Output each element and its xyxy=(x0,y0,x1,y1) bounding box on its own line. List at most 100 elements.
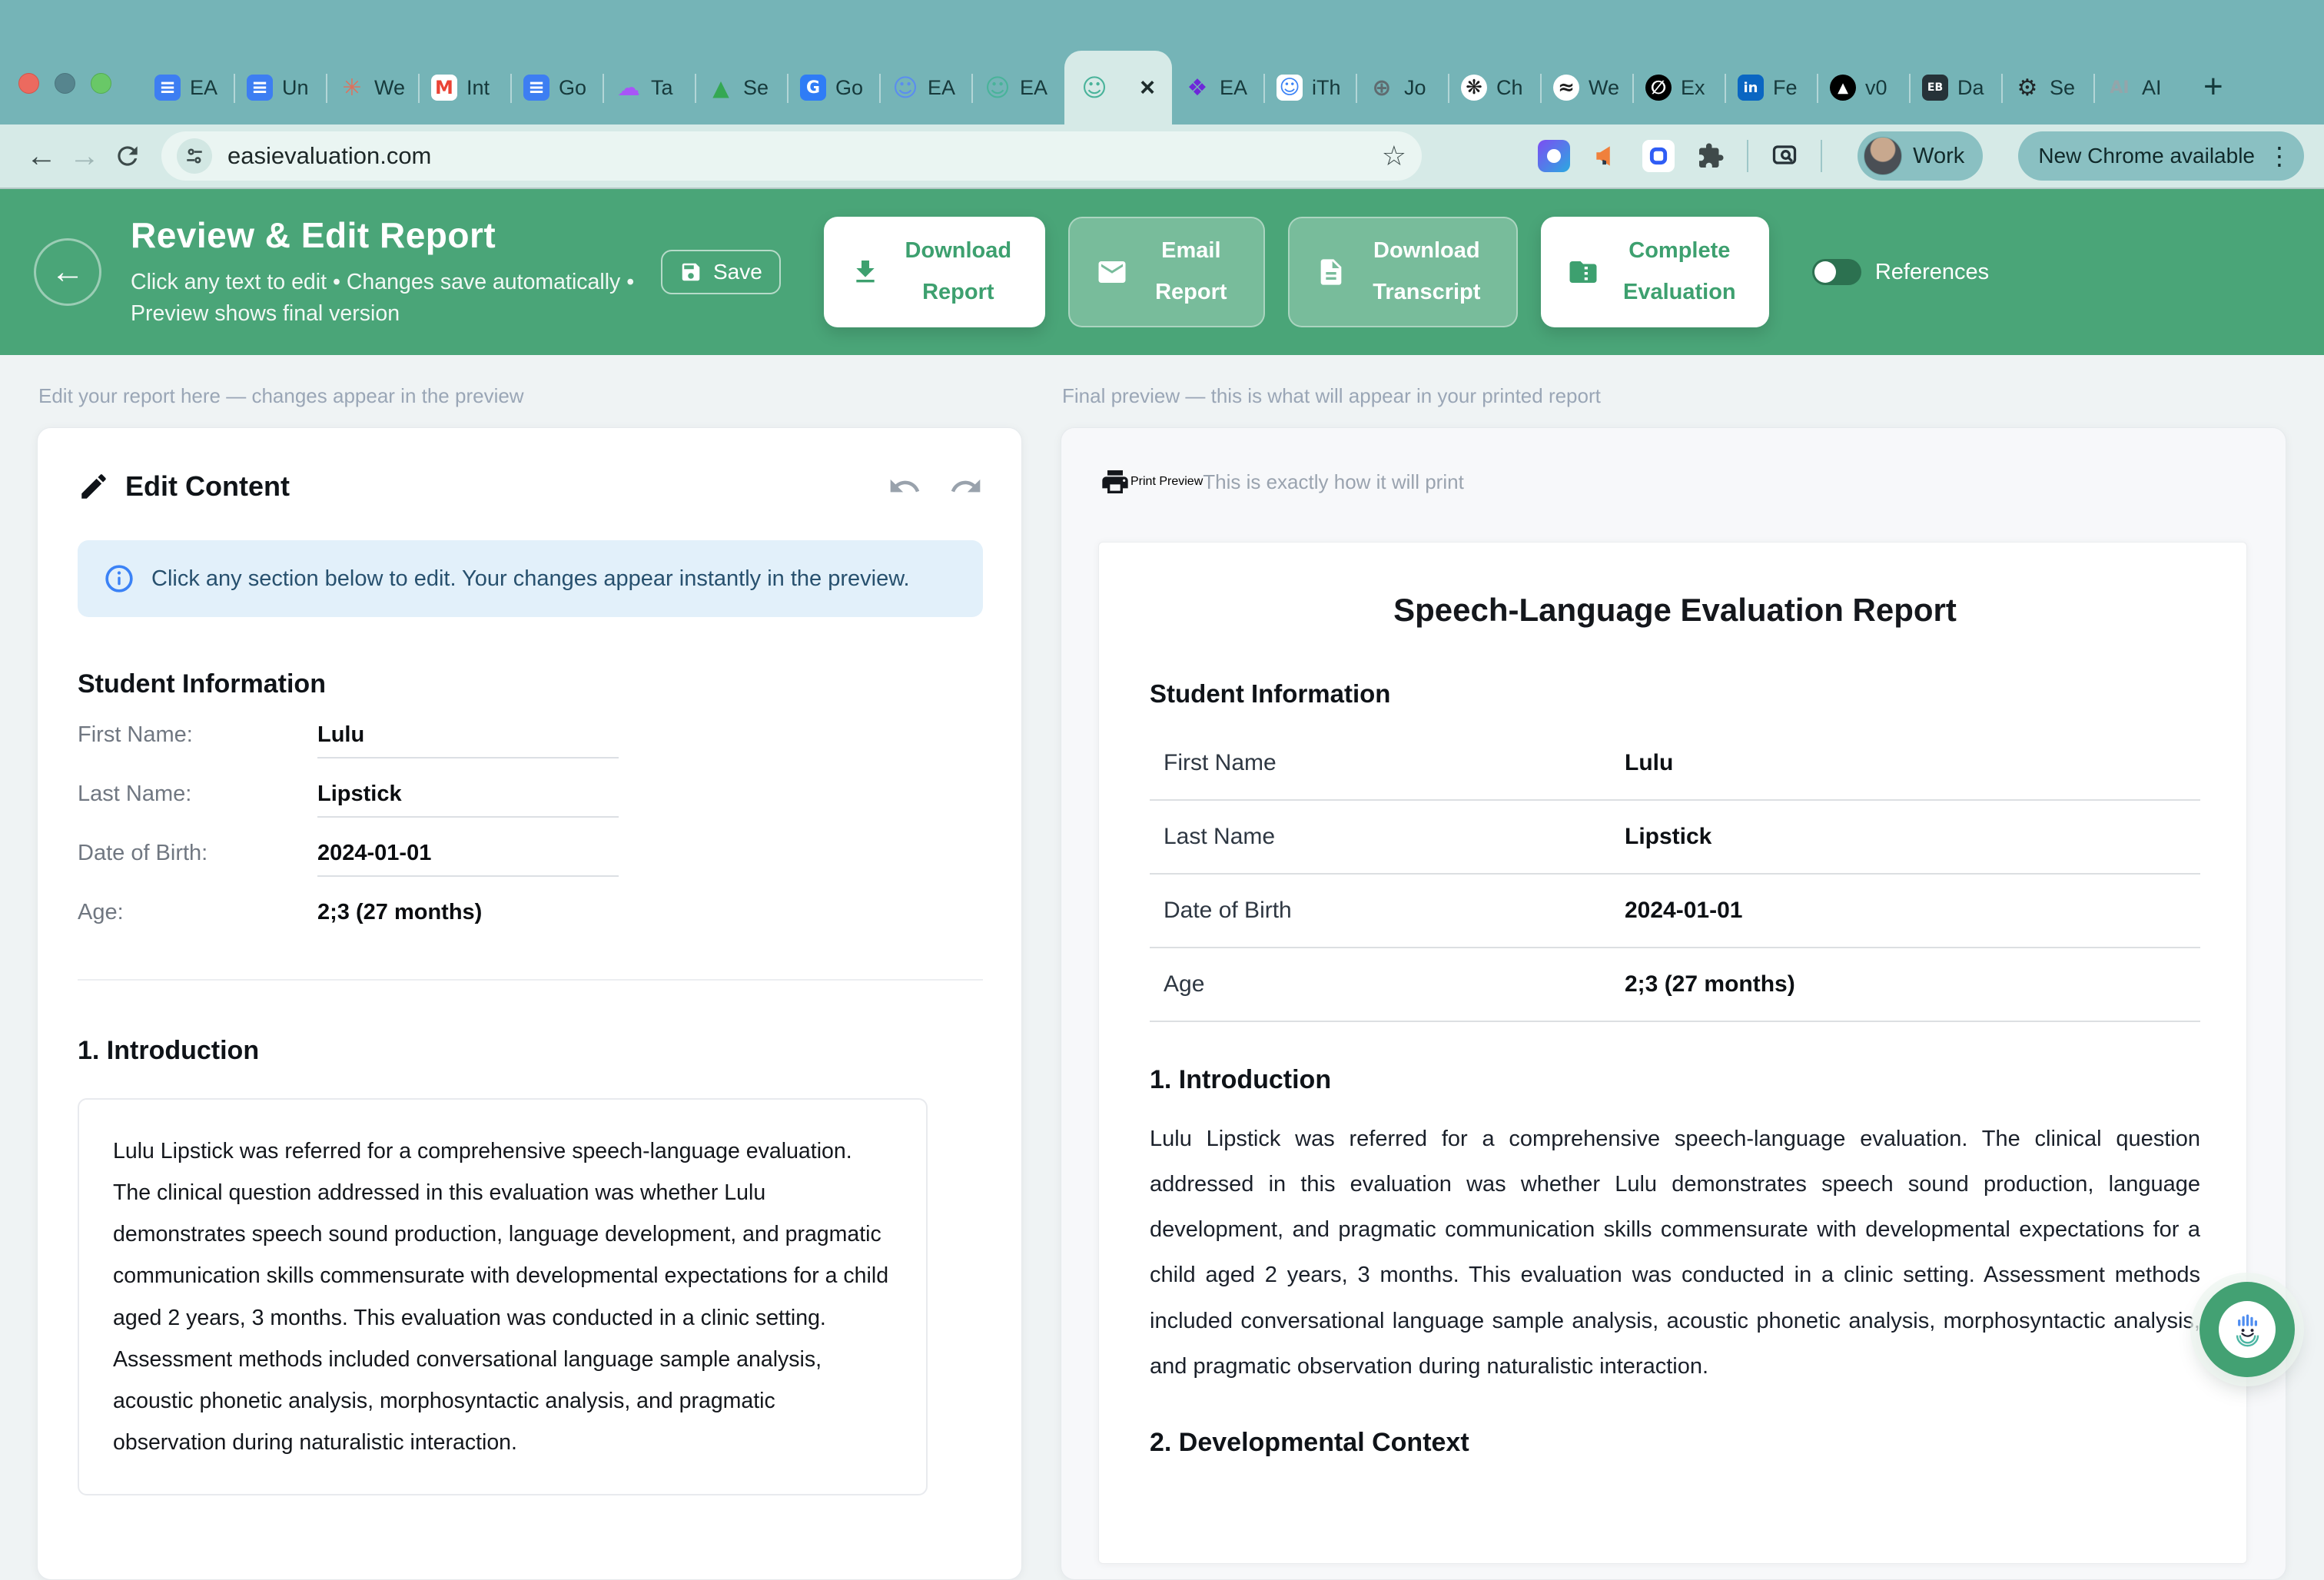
browser-tab[interactable]: inFe xyxy=(1725,51,1818,124)
student-info-heading: Student Information xyxy=(78,669,983,699)
zoom-window-button[interactable] xyxy=(91,73,111,94)
browser-tab[interactable]: ☁Ta xyxy=(603,51,696,124)
mail-icon xyxy=(1096,256,1128,288)
video-extension-icon[interactable] xyxy=(1538,140,1570,172)
bookmark-icon[interactable]: ☆ xyxy=(1382,140,1406,172)
report-page: Speech-Language Evaluation Report Studen… xyxy=(1098,542,2247,1564)
references-toggle[interactable] xyxy=(1812,259,1861,285)
download-icon xyxy=(850,257,881,287)
redo-icon[interactable] xyxy=(949,470,983,503)
preview-hint: This is exactly how it will print xyxy=(1203,470,1464,494)
browser-tab[interactable]: ⚙Se xyxy=(2002,51,2094,124)
browser-tab[interactable]: ⊕ Jo xyxy=(1356,51,1449,124)
browser-tab[interactable]: ❖ EA xyxy=(1172,51,1264,124)
browser-tab[interactable]: ≡EA xyxy=(142,51,234,124)
browser-tab[interactable]: AIAI xyxy=(2094,51,2186,124)
save-icon xyxy=(679,261,702,284)
v0-icon: ▲ xyxy=(1830,75,1856,101)
extensions-puzzle-icon[interactable] xyxy=(1695,140,1727,172)
first-name-input[interactable]: Lulu xyxy=(317,722,619,758)
window-controls[interactable] xyxy=(18,73,111,94)
introduction-heading: 1. Introduction xyxy=(78,1036,983,1066)
tab-title: We xyxy=(374,76,405,100)
url-text[interactable]: easievaluation.com xyxy=(227,142,431,170)
introduction-textarea[interactable]: Lulu Lipstick was referred for a compreh… xyxy=(78,1098,928,1495)
close-tab-icon[interactable]: × xyxy=(1140,75,1155,101)
assistant-fab[interactable] xyxy=(2200,1282,2295,1377)
tab-title: EA xyxy=(928,76,955,100)
browser-tab[interactable]: ▲ Se xyxy=(696,51,788,124)
minimize-window-button[interactable] xyxy=(55,73,75,94)
browser-tab[interactable]: ▲v0 xyxy=(1818,51,1910,124)
tab-search-icon[interactable] xyxy=(1768,140,1801,172)
tab-title: Ex xyxy=(1681,76,1705,100)
table-row: Age 2;3 (27 months) xyxy=(1150,948,2200,1022)
browser-tab[interactable]: ☺ iTh xyxy=(1264,51,1356,124)
undo-icon[interactable] xyxy=(888,470,921,503)
browser-tab[interactable]: ≡Un xyxy=(234,51,327,124)
complete-evaluation-button[interactable]: Complete Evaluation xyxy=(1541,217,1769,327)
chatgpt-icon: ❋ xyxy=(1461,75,1487,101)
report-student-info-heading: Student Information xyxy=(1150,679,2200,709)
browser-menu-icon[interactable]: ⋮ xyxy=(2267,141,2292,171)
print-preview-panel: Print Preview This is exactly how it wil… xyxy=(1061,427,2286,1580)
docs-icon: ≡ xyxy=(247,75,273,101)
browser-tab[interactable]: ❋Ch xyxy=(1449,51,1541,124)
drive-icon: ▲ xyxy=(708,75,734,101)
easieval-logo-icon xyxy=(2219,1301,2276,1358)
tab-title: Se xyxy=(2050,76,2075,100)
tab-title: iTh xyxy=(1312,76,1341,100)
app-back-button[interactable]: ← xyxy=(34,238,101,306)
docs-icon: ≡ xyxy=(523,75,549,101)
browser-tab[interactable]: ☺EA xyxy=(972,51,1064,124)
info-banner-text: Click any section below to edit. Your ch… xyxy=(151,566,910,592)
new-tab-button[interactable]: + xyxy=(2203,68,2223,106)
download-report-button[interactable]: Download Report xyxy=(824,217,1045,327)
reload-icon[interactable] xyxy=(106,141,149,171)
close-window-button[interactable] xyxy=(18,73,39,94)
megaphone-extension-icon[interactable] xyxy=(1590,140,1622,172)
report-next-heading: 2. Developmental Context xyxy=(1150,1428,2200,1458)
tab-title: EA xyxy=(190,76,217,100)
info-banner: Click any section below to edit. Your ch… xyxy=(78,540,983,617)
browser-tabs: ≡EA≡Un✳WeMInt≡Go☁Ta▲SeGGo☺EA☺EA☺×❖EA☺iTh… xyxy=(142,0,2186,124)
tab-title: Jo xyxy=(1404,76,1426,100)
book-icon: ❖ xyxy=(1184,75,1210,101)
back-icon[interactable]: ← xyxy=(20,139,63,174)
robot-icon: ☺ xyxy=(1277,75,1303,101)
download-transcript-button[interactable]: Download Transcript xyxy=(1288,217,1518,327)
forward-icon[interactable]: → xyxy=(63,139,106,174)
references-label: References xyxy=(1875,260,1989,285)
tab-title: EA xyxy=(1220,76,1247,100)
save-button[interactable]: Save xyxy=(661,250,781,294)
ai-icon: AI xyxy=(2107,75,2133,101)
browser-tab[interactable]: EBDa xyxy=(1910,51,2002,124)
browser-tab[interactable]: ≈We xyxy=(1541,51,1633,124)
browser-tab[interactable]: MInt xyxy=(419,51,511,124)
chrome-update-button[interactable]: New Chrome available ⋮ xyxy=(2018,131,2304,181)
app-header: ← Review & Edit Report Click any text to… xyxy=(0,189,2324,355)
date-of-birth-input[interactable]: 2024-01-01 xyxy=(317,841,619,877)
site-settings-icon[interactable] xyxy=(177,138,212,174)
browser-tab[interactable]: ☺EA xyxy=(880,51,972,124)
browser-tab[interactable]: GGo xyxy=(788,51,880,124)
field-last-name: Last Name: Lipstick xyxy=(78,782,983,818)
globe-icon: ⊕ xyxy=(1369,75,1395,101)
email-report-button[interactable]: Email Report xyxy=(1068,217,1265,327)
omnibox[interactable]: easievaluation.com ☆ xyxy=(161,131,1422,181)
extensions-row: Work New Chrome available ⋮ xyxy=(1538,131,2304,181)
browser-tab[interactable]: ∅Ex xyxy=(1633,51,1725,124)
tab-title: Fe xyxy=(1773,76,1798,100)
table-row: First Name Lulu xyxy=(1150,727,2200,801)
square-logo-extension-icon[interactable] xyxy=(1642,140,1675,172)
easieval-teal-icon: ☺ xyxy=(1081,75,1107,101)
profile-label: Work xyxy=(1913,144,1964,169)
tab-title: Ta xyxy=(651,76,673,100)
tab-title: Se xyxy=(743,76,769,100)
tab-title: We xyxy=(1589,76,1619,100)
browser-tab-active[interactable]: ☺× xyxy=(1064,51,1172,124)
profile-chip[interactable]: Work xyxy=(1858,131,1983,181)
browser-tab[interactable]: ≡Go xyxy=(511,51,603,124)
last-name-input[interactable]: Lipstick xyxy=(317,782,619,818)
browser-tab[interactable]: ✳We xyxy=(327,51,419,124)
